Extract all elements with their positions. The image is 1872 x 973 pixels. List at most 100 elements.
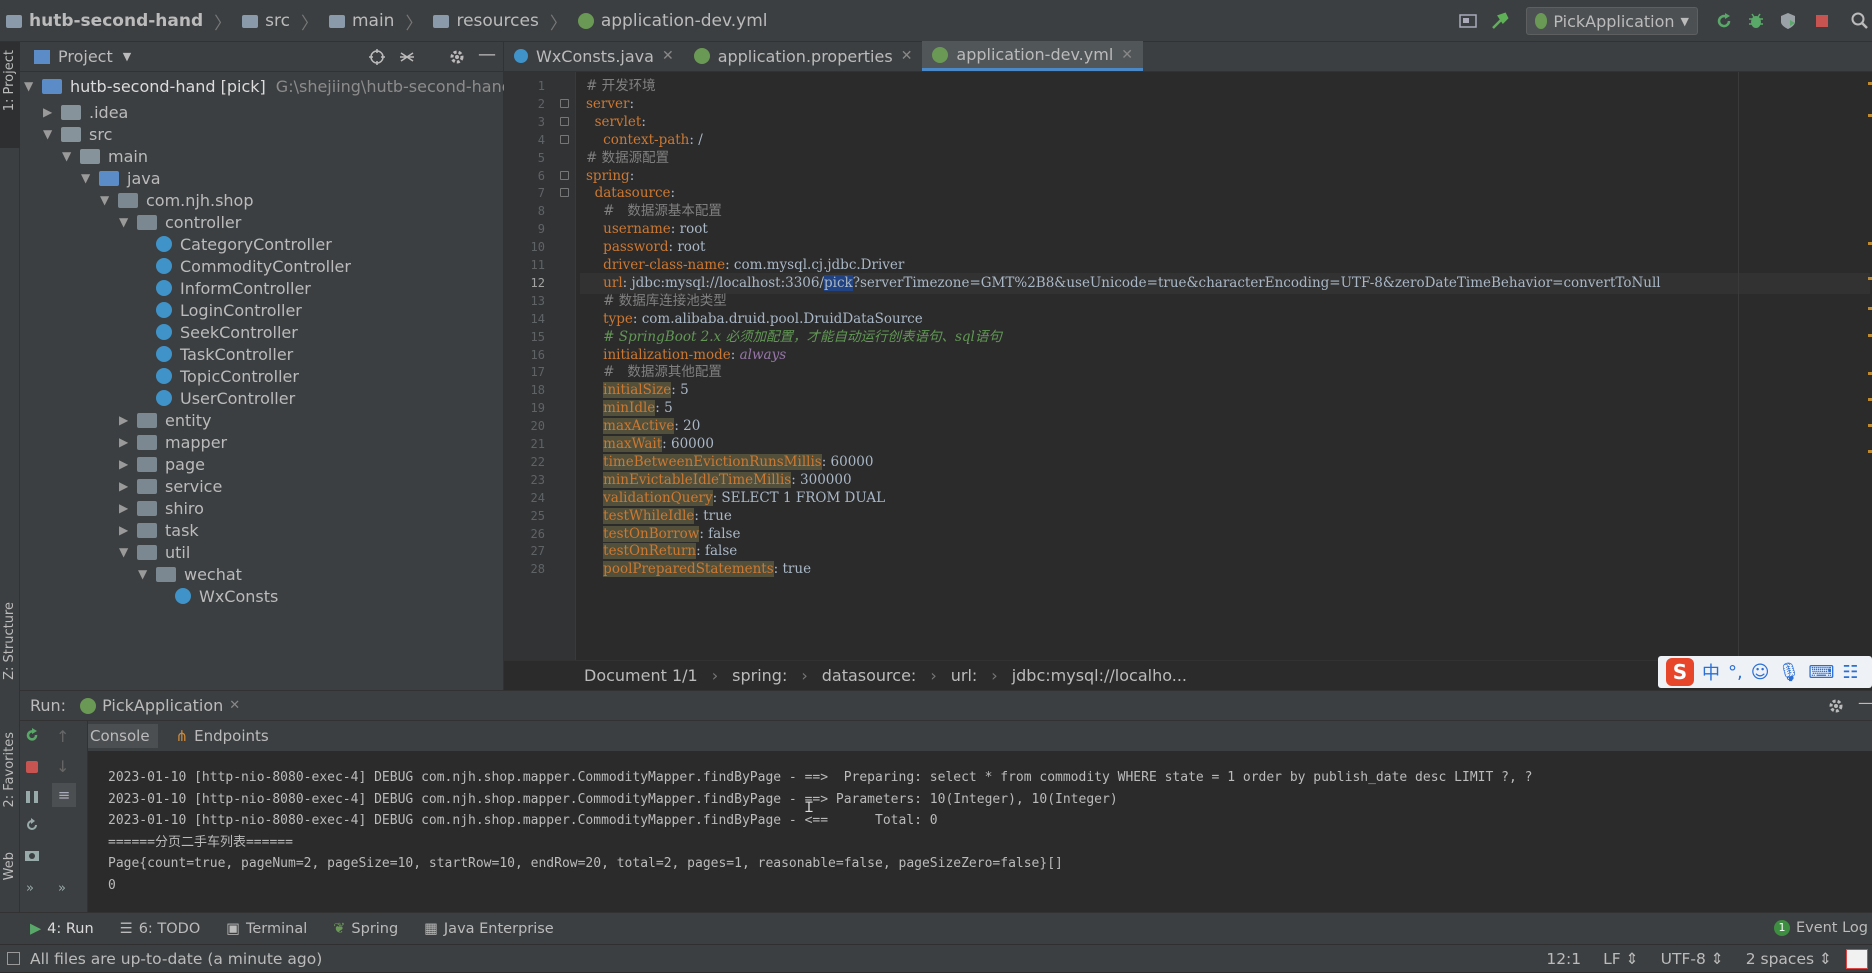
fold-marker-icon[interactable] xyxy=(560,134,569,144)
collapse-arrow-icon[interactable]: ▼ xyxy=(62,149,80,163)
breadcrumb-project[interactable]: hutb-second-hand xyxy=(29,11,203,31)
expand-arrow-icon[interactable]: ▶ xyxy=(119,435,137,449)
debug-bug-icon[interactable] xyxy=(1746,11,1766,31)
collapse-arrow-icon[interactable]: ▼ xyxy=(100,193,118,207)
bc-value[interactable]: jdbc:mysql://localho... xyxy=(1012,666,1187,685)
tab-wxconsts[interactable]: WxConsts.java ✕ xyxy=(504,41,684,71)
expand-arrow-icon[interactable]: ▼ xyxy=(24,79,42,93)
caret-position[interactable]: 12:1 xyxy=(1546,950,1581,968)
endpoints-tab[interactable]: ⋔ Endpoints xyxy=(176,727,269,745)
rerun-icon[interactable] xyxy=(24,727,40,743)
fold-marker-icon[interactable] xyxy=(560,98,569,108)
collapse-arrow-icon[interactable]: ▼ xyxy=(43,127,61,141)
expand-arrow-icon[interactable]: ▶ xyxy=(43,105,61,119)
search-icon[interactable] xyxy=(1850,11,1870,31)
tab-application-properties[interactable]: application.properties ✕ xyxy=(684,41,923,71)
build-hammer-icon[interactable] xyxy=(1490,11,1510,31)
breadcrumb-src[interactable]: src xyxy=(265,11,290,31)
collapse-arrow-icon[interactable]: ▼ xyxy=(81,171,99,185)
ime-chinese-mode[interactable]: 中 xyxy=(1702,659,1720,685)
collapse-arrow-icon[interactable]: ▼ xyxy=(119,545,137,559)
project-tool-button[interactable]: 1: Project xyxy=(2,50,17,111)
warning-stripe-mark[interactable] xyxy=(1868,277,1872,280)
ime-toolbar[interactable]: S 中 °, ☺ 🎙 ⌨ ☷ xyxy=(1658,656,1872,688)
scroll-up-icon[interactable]: ↑ xyxy=(56,727,69,746)
rerun-icon[interactable] xyxy=(1714,11,1734,31)
close-icon[interactable]: ✕ xyxy=(1121,47,1133,63)
stop-icon[interactable] xyxy=(26,761,38,773)
pause-icon[interactable] xyxy=(26,791,38,803)
java-enterprise-tool-tab[interactable]: ▦ Java Enterprise xyxy=(424,921,554,937)
punctuation-icon[interactable]: °, xyxy=(1728,662,1743,683)
run-config-selector[interactable]: PickApplication ▼ xyxy=(1526,7,1698,35)
bc-document[interactable]: Document 1/1 xyxy=(584,666,698,685)
restore-icon[interactable] xyxy=(24,817,40,833)
structure-tool-button[interactable]: Z: Structure xyxy=(2,602,17,680)
warning-stripe-mark[interactable] xyxy=(1868,307,1872,310)
run-tool-tab[interactable]: ▶ 4: Run xyxy=(30,921,94,937)
scroll-down-icon[interactable]: ↓ xyxy=(56,757,69,776)
file-encoding[interactable]: UTF-8 ⇕ xyxy=(1661,950,1724,968)
soft-wrap-icon[interactable]: ≡ xyxy=(52,783,76,807)
bc-datasource[interactable]: datasource: xyxy=(822,666,917,685)
gear-icon[interactable] xyxy=(1828,698,1844,714)
camera-icon[interactable] xyxy=(24,847,40,863)
expand-arrow-icon[interactable]: ▶ xyxy=(119,523,137,537)
indent-setting[interactable]: 2 spaces ⇕ xyxy=(1746,950,1832,968)
bc-spring[interactable]: spring: xyxy=(732,666,787,685)
bc-url[interactable]: url: xyxy=(951,666,978,685)
breadcrumb-resources[interactable]: resources xyxy=(456,11,538,31)
run-config-tab[interactable]: PickApplication ✕ xyxy=(80,696,240,715)
expand-arrow-icon[interactable]: ▶ xyxy=(119,479,137,493)
toggle-tool-windows-icon[interactable] xyxy=(7,952,20,965)
spring-tool-tab[interactable]: ❦ Spring xyxy=(333,921,398,937)
notification-icon[interactable] xyxy=(1846,949,1868,969)
fold-marker-icon[interactable] xyxy=(560,188,569,198)
tree-root[interactable]: ▼ hutb-second-hand [pick] G:\shejiing\hu… xyxy=(24,73,512,99)
expand-arrow-icon[interactable]: ▶ xyxy=(119,413,137,427)
emoji-icon[interactable]: ☺ xyxy=(1751,662,1770,683)
todo-tool-tab[interactable]: ☰ 6: TODO xyxy=(120,921,201,937)
line-separator[interactable]: LF ⇕ xyxy=(1603,950,1638,968)
more-chevron-icon[interactable]: » xyxy=(26,881,34,896)
frame-icon[interactable] xyxy=(1458,11,1478,31)
microphone-icon[interactable]: 🎙 xyxy=(1778,662,1801,683)
project-panel-title[interactable]: Project xyxy=(58,47,113,66)
error-stripe[interactable] xyxy=(1868,72,1872,660)
skin-icon[interactable]: ☷ xyxy=(1842,662,1858,683)
terminal-tool-tab[interactable]: ▣ Terminal xyxy=(226,921,307,937)
minimize-icon[interactable]: — xyxy=(1858,693,1872,712)
collapse-arrow-icon[interactable]: ▼ xyxy=(138,567,156,581)
favorites-tool-button[interactable]: 2: Favorites xyxy=(2,732,17,808)
web-tool-button[interactable]: Web xyxy=(2,852,17,880)
collapse-all-icon[interactable] xyxy=(398,48,416,66)
warning-stripe-mark[interactable] xyxy=(1868,450,1872,453)
warning-stripe-mark[interactable] xyxy=(1868,242,1872,245)
close-icon[interactable]: ✕ xyxy=(901,48,913,64)
chevron-down-icon[interactable]: ▼ xyxy=(123,50,131,63)
code-editor[interactable]: # 开发环境 server: servlet: context-path: / # … xyxy=(580,72,1870,660)
more-chevron-icon[interactable]: » xyxy=(58,881,66,896)
close-icon[interactable]: ✕ xyxy=(229,698,240,713)
minimize-icon[interactable]: — xyxy=(478,44,496,65)
fold-marker-icon[interactable] xyxy=(560,170,569,180)
keyboard-icon[interactable]: ⌨ xyxy=(1808,662,1834,683)
warning-stripe-mark[interactable] xyxy=(1868,114,1872,117)
warning-stripe-mark[interactable] xyxy=(1868,334,1872,337)
breadcrumb-main[interactable]: main xyxy=(352,11,394,31)
console-output[interactable]: 2023-01-10 [http-nio-8080-exec-4] DEBUG … xyxy=(108,767,1868,907)
code-line[interactable]: poolPreparedStatements: true xyxy=(586,559,811,580)
warning-stripe-mark[interactable] xyxy=(1868,372,1872,375)
tab-application-dev-yml[interactable]: application-dev.yml ✕ xyxy=(922,41,1143,71)
event-log-tab[interactable]: 1 Event Log xyxy=(1773,920,1868,936)
expand-arrow-icon[interactable]: ▶ xyxy=(119,501,137,515)
fold-marker-icon[interactable] xyxy=(560,116,569,126)
expand-arrow-icon[interactable]: ▶ xyxy=(119,457,137,471)
collapse-arrow-icon[interactable]: ▼ xyxy=(119,215,137,229)
breadcrumb-file[interactable]: application-dev.yml xyxy=(601,11,768,31)
close-icon[interactable]: ✕ xyxy=(662,48,674,64)
stop-icon[interactable] xyxy=(1812,11,1832,31)
tree-item[interactable]: WxConsts xyxy=(157,583,278,609)
warning-stripe-mark[interactable] xyxy=(1868,398,1872,401)
warning-stripe-mark[interactable] xyxy=(1868,82,1872,85)
